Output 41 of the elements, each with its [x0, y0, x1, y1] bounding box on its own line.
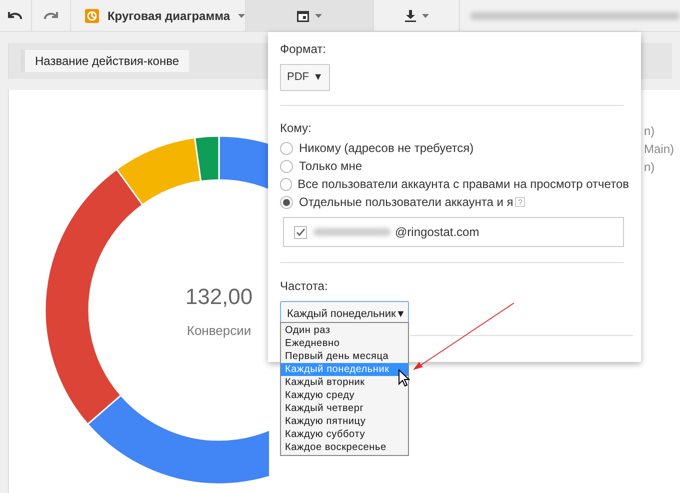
- radio-button[interactable]: [280, 178, 292, 190]
- caret-icon: [422, 14, 428, 18]
- dimension-button[interactable]: Название действия-конве: [21, 50, 190, 72]
- total-value: 132,00: [185, 283, 253, 311]
- recipient-radio-option[interactable]: Только мне: [280, 157, 629, 175]
- dropdown-arrow: ▼: [396, 308, 406, 322]
- schedule-button[interactable]: [246, 0, 374, 31]
- recipients-label: Кому:: [280, 120, 312, 137]
- calendar-icon: [297, 10, 309, 22]
- format-select[interactable]: PDF ▼: [280, 64, 330, 91]
- frequency-option[interactable]: Каждый четверг: [281, 402, 408, 415]
- email-address: @ringostat.com: [395, 224, 480, 241]
- format-value: PDF: [287, 70, 309, 86]
- checkbox[interactable]: [294, 226, 307, 238]
- recipient-radio-option[interactable]: Все пользователи аккаунта с правами на просмотр отчетов: [280, 175, 629, 193]
- redo-icon: [44, 10, 58, 20]
- frequency-value: Каждый понедельник: [287, 306, 396, 322]
- radio-button[interactable]: [280, 196, 293, 208]
- frequency-label: Частота:: [280, 278, 329, 295]
- dropdown-arrow: ▼: [313, 71, 323, 85]
- legend-label: n): [644, 123, 656, 137]
- frequency-option[interactable]: Каждую субботу: [281, 428, 408, 441]
- frequency-option[interactable]: Первый день месяца: [281, 350, 408, 363]
- frequency-option[interactable]: Каждую пятницу: [281, 415, 408, 428]
- undo-icon: [8, 10, 22, 20]
- frequency-option[interactable]: Один раз: [281, 324, 408, 337]
- recipient-radio-option[interactable]: Отдельные пользователи аккаунта и я ?: [280, 193, 629, 211]
- recipient-radio-option[interactable]: Никому (адресов не требуется): [280, 139, 629, 157]
- frequency-option[interactable]: Ежедневно: [281, 337, 408, 350]
- legend-label: Main): [644, 141, 674, 155]
- radio-button[interactable]: [280, 142, 293, 154]
- pie-chart-icon: [85, 8, 100, 22]
- format-label: Формат:: [280, 41, 327, 58]
- caret-icon: [315, 14, 322, 18]
- metric-label: Конверсии: [186, 322, 252, 340]
- caret-icon: [238, 14, 245, 18]
- legend-label: n): [644, 159, 656, 173]
- radio-button[interactable]: [280, 160, 293, 172]
- frequency-option[interactable]: Каждое воскресенье: [281, 441, 408, 454]
- frequency-option[interactable]: Каждую среду: [281, 389, 408, 402]
- download-icon: [404, 10, 416, 22]
